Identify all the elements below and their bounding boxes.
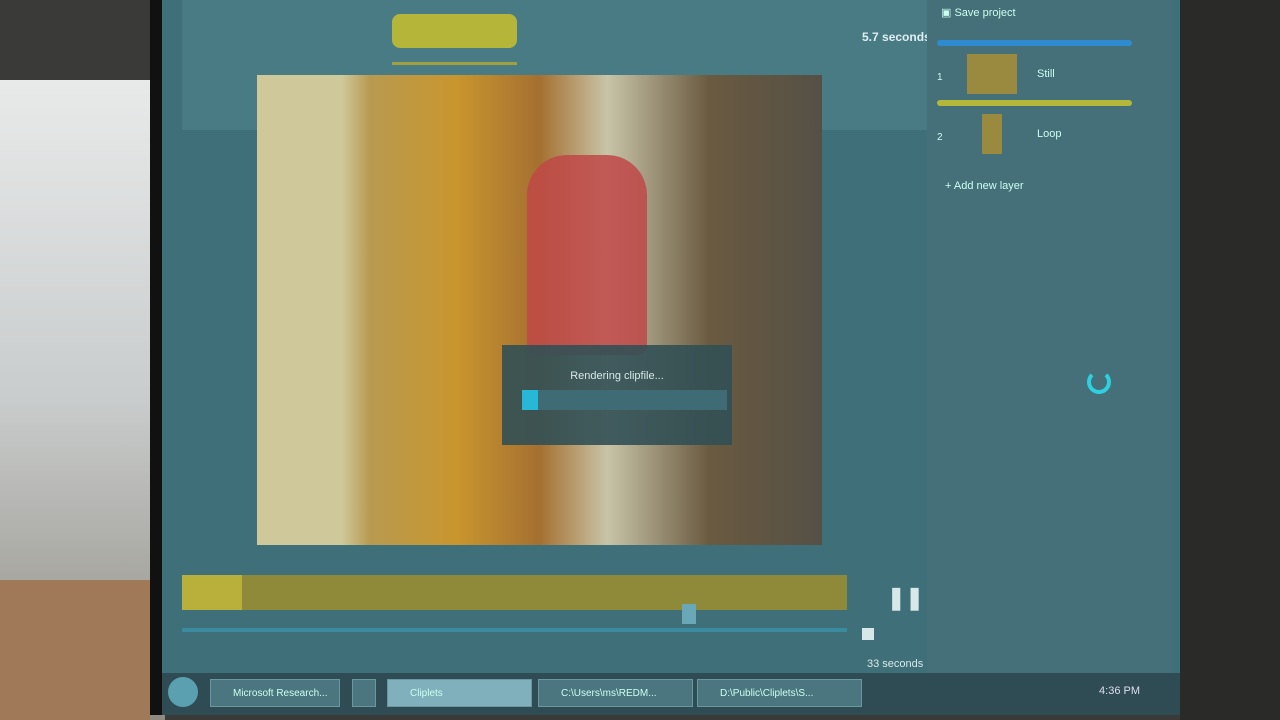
taskbar-item[interactable]: C:\Users\ms\REDM... bbox=[538, 679, 693, 707]
progress-fill bbox=[522, 390, 539, 410]
taskbar: Microsoft Research... Cliplets C:\Users\… bbox=[162, 673, 1180, 715]
loading-spinner-icon bbox=[1087, 370, 1111, 394]
timeline-segment[interactable] bbox=[392, 14, 517, 48]
projector-screen: 5.7 seconds Rendering clipfile... ▣ Save… bbox=[150, 0, 1180, 715]
rendering-dialog: Rendering clipfile... bbox=[502, 345, 732, 445]
segment-underline bbox=[392, 62, 517, 65]
layer-color-stripe bbox=[937, 40, 1132, 46]
rendering-progress bbox=[522, 390, 727, 410]
video-subject bbox=[527, 155, 647, 355]
taskbar-item[interactable]: Microsoft Research... bbox=[210, 679, 340, 707]
add-layer-button[interactable]: + Add new layer bbox=[945, 180, 1024, 192]
total-duration: 33 seconds bbox=[867, 658, 924, 670]
layer-index: 1 bbox=[937, 72, 943, 83]
layer-label: Still bbox=[1037, 68, 1055, 80]
layer-thumbnail bbox=[982, 114, 1002, 154]
background-floor bbox=[0, 580, 150, 720]
save-icon: ▣ bbox=[941, 7, 955, 19]
layer-index: 2 bbox=[937, 132, 943, 143]
layer-item[interactable]: 1 Still bbox=[937, 40, 1132, 98]
scrub-track[interactable] bbox=[182, 628, 847, 632]
taskbar-item[interactable]: D:\Public\Cliplets\S... bbox=[697, 679, 862, 707]
start-button[interactable] bbox=[168, 677, 198, 707]
taskbar-item[interactable] bbox=[352, 679, 376, 707]
rendering-message: Rendering clipfile... bbox=[570, 370, 664, 382]
background-right bbox=[1180, 0, 1280, 720]
timeline-bar[interactable] bbox=[182, 575, 847, 610]
layers-panel: ▣ Save project 1 Still 2 Loop + Add new … bbox=[927, 0, 1172, 715]
taskbar-item[interactable]: Cliplets bbox=[387, 679, 532, 707]
timeline-selection[interactable] bbox=[182, 575, 242, 610]
layer-label: Loop bbox=[1037, 128, 1062, 140]
video-preview: Rendering clipfile... bbox=[257, 75, 822, 545]
layer-item[interactable]: 2 Loop bbox=[937, 100, 1132, 158]
pause-icon[interactable]: ❚❚ bbox=[887, 585, 924, 611]
layer-color-stripe bbox=[937, 100, 1132, 106]
duration-label: 5.7 seconds bbox=[862, 30, 931, 44]
end-handle[interactable] bbox=[862, 628, 874, 640]
layer-thumbnail bbox=[967, 54, 1017, 94]
save-project-button[interactable]: ▣ Save project bbox=[941, 6, 1016, 19]
clock: 4:36 PM bbox=[1099, 685, 1140, 697]
playhead-handle[interactable] bbox=[682, 604, 696, 624]
